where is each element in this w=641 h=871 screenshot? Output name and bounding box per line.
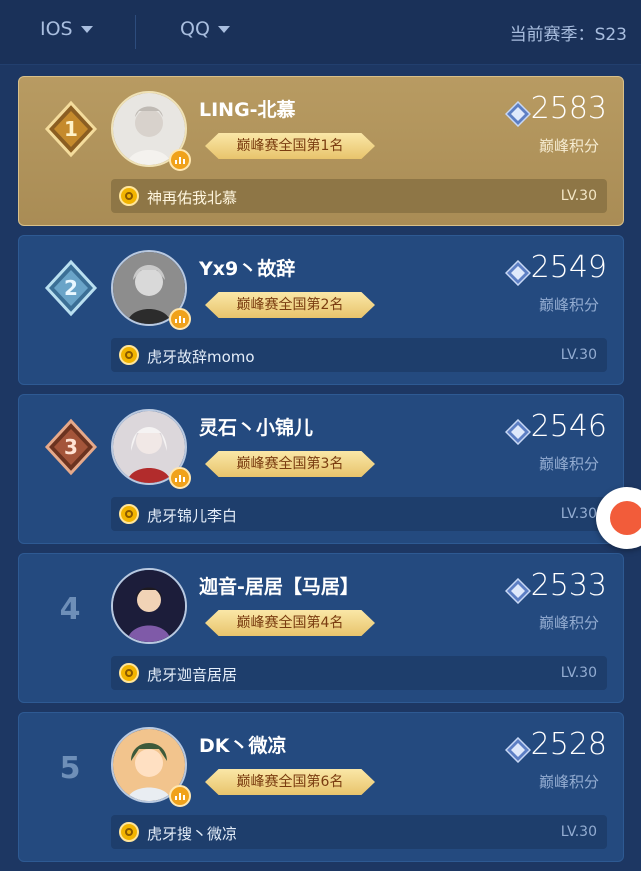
season-indicator: 当前赛季：S23: [510, 20, 627, 45]
stream-name: 虎牙锦儿李白: [147, 507, 238, 525]
player-card[interactable]: 4 迦音-居居【马居】 巅峰赛全国第4名 2533 巅峰积分 虎牙迦音居居 LV…: [18, 553, 624, 703]
stream-name: 神再佑我北慕: [147, 189, 238, 207]
caret-down-icon: [217, 25, 230, 33]
rank-ribbon: 巅峰赛全国第1名: [205, 133, 375, 159]
huya-icon: [119, 504, 139, 524]
level-chip-icon: [169, 149, 191, 171]
peak-gem-icon: [505, 737, 531, 763]
score-label: 巅峰积分: [538, 455, 599, 473]
stream-bar[interactable]: 神再佑我北慕 LV.30: [111, 179, 607, 213]
score-label: 巅峰积分: [538, 137, 599, 155]
rank-number: 3: [64, 435, 78, 459]
avatar[interactable]: [111, 568, 187, 644]
season-value: S23: [594, 25, 627, 45]
peak-gem-icon: [505, 260, 531, 286]
season-label: 当前赛季：: [509, 25, 595, 45]
rank-medal-gold-icon: 1: [44, 100, 98, 158]
level-chip-icon: [169, 785, 191, 807]
stream-name: 虎牙搜丶微凉: [147, 825, 238, 843]
level-text: LV.30: [560, 665, 597, 681]
player-card[interactable]: 5 DK丶微凉 巅峰赛全国第6名 2528 巅峰积分 虎牙搜丶微凉 LV.30: [18, 712, 624, 862]
rank-medal-bronze-icon: 3: [44, 418, 98, 476]
rank-number: 2: [64, 276, 78, 300]
huya-icon: [119, 663, 139, 683]
player-name: 灵石丶小锦儿: [199, 417, 314, 439]
stream-name: 虎牙迦音居居: [147, 666, 238, 684]
stream-bar[interactable]: 虎牙锦儿李白 LV.30: [111, 497, 607, 531]
player-name: DK丶微凉: [199, 735, 287, 757]
rank-number: 5: [59, 751, 81, 786]
peak-gem-icon: [505, 578, 531, 604]
rank-medal-silver-icon: 2: [44, 259, 98, 317]
top-bar: IOS QQ 当前赛季：S23: [0, 0, 641, 65]
score-label: 巅峰积分: [538, 614, 599, 632]
level-text: LV.30: [560, 188, 597, 204]
score-value: 2546: [530, 409, 607, 444]
level-chip-icon: [169, 308, 191, 330]
player-card[interactable]: 2 Yx9丶故辞 巅峰赛全国第2名 2549 巅峰积分 虎牙故辞momo LV.…: [18, 235, 624, 385]
level-text: LV.30: [560, 824, 597, 840]
rank-ribbon: 巅峰赛全国第2名: [205, 292, 375, 318]
player-card[interactable]: 3 灵石丶小锦儿 巅峰赛全国第3名 2546 巅峰积分 虎牙锦儿李白 LV.30: [18, 394, 624, 544]
score-label: 巅峰积分: [538, 296, 599, 314]
huya-icon: [119, 345, 139, 365]
player-card[interactable]: 1 LING-北慕 巅峰赛全国第1名 2583 巅峰积分 神再佑我北慕 LV.3…: [18, 76, 624, 226]
player-name: 迦音-居居【马居】: [199, 576, 359, 598]
stream-bar[interactable]: 虎牙故辞momo LV.30: [111, 338, 607, 372]
rank-number: 4: [59, 592, 81, 627]
divider: [135, 15, 136, 49]
huya-icon: [119, 186, 139, 206]
stream-bar[interactable]: 虎牙迦音居居 LV.30: [111, 656, 607, 690]
peak-gem-icon: [505, 101, 531, 127]
stream-bar[interactable]: 虎牙搜丶微凉 LV.30: [111, 815, 607, 849]
account-filter[interactable]: QQ: [180, 18, 230, 40]
level-text: LV.30: [560, 347, 597, 363]
leaderboard-list: 1 LING-北慕 巅峰赛全国第1名 2583 巅峰积分 神再佑我北慕 LV.3…: [18, 76, 624, 871]
level-chip-icon: [169, 467, 191, 489]
peak-gem-icon: [505, 419, 531, 445]
rank-ribbon: 巅峰赛全国第3名: [205, 451, 375, 477]
score-label: 巅峰积分: [538, 773, 599, 791]
score-value: 2528: [530, 727, 607, 762]
rank-number: 1: [64, 117, 78, 141]
stream-name: 虎牙故辞momo: [147, 348, 255, 366]
level-text: LV.30: [560, 506, 597, 522]
score-value: 2583: [530, 91, 607, 126]
caret-down-icon: [80, 25, 93, 33]
player-name: LING-北慕: [199, 99, 296, 121]
rank-ribbon: 巅峰赛全国第4名: [205, 610, 375, 636]
score-value: 2549: [530, 250, 607, 285]
platform-filter[interactable]: IOS: [40, 18, 93, 40]
player-name: Yx9丶故辞: [199, 258, 296, 280]
rank-ribbon: 巅峰赛全国第6名: [205, 769, 375, 795]
score-value: 2533: [530, 568, 607, 603]
platform-label: IOS: [40, 18, 73, 40]
account-label: QQ: [180, 18, 210, 40]
huya-icon: [119, 822, 139, 842]
